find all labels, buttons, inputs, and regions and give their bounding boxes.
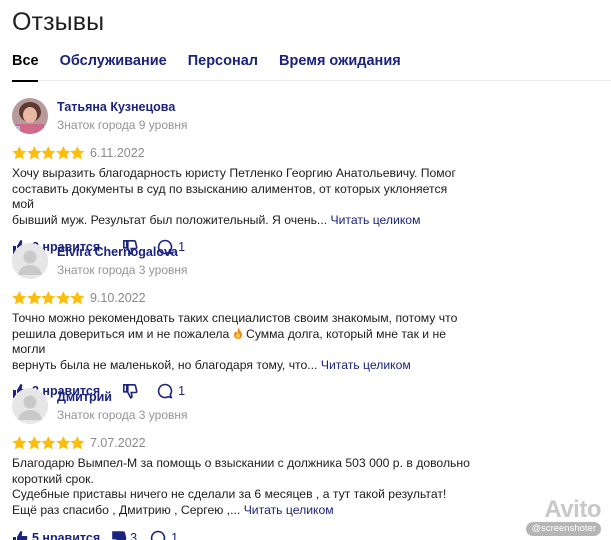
default-user-icon bbox=[12, 243, 48, 279]
star-icon bbox=[70, 146, 85, 160]
author-level: Знаток города 3 уровня bbox=[57, 408, 188, 422]
review-date: 6.11.2022 bbox=[89, 146, 145, 160]
tab-label: Все bbox=[12, 53, 39, 69]
read-more-link[interactable]: Читать целиком bbox=[321, 358, 411, 372]
star-icon bbox=[41, 436, 56, 450]
rating-stars bbox=[12, 291, 85, 305]
review-date: 9.10.2022 bbox=[89, 291, 146, 305]
avito-watermark: Avito @screenshoter bbox=[501, 496, 601, 536]
watermark-brand: Avito bbox=[544, 496, 601, 523]
user-avatar[interactable] bbox=[12, 98, 48, 134]
thumbs-down-icon bbox=[112, 531, 127, 540]
review-text: Хочу выразить благодарность юристу Петле… bbox=[12, 166, 472, 228]
user-avatar[interactable] bbox=[12, 388, 48, 424]
review-text-line: решила довериться им и не пожалела bbox=[12, 326, 230, 341]
tab-service[interactable]: Обслуживание bbox=[60, 53, 167, 81]
review-date: 7.07.2022 bbox=[89, 436, 146, 450]
star-icon bbox=[41, 291, 56, 305]
review-text-line: Хочу выразить благодарность юристу Петле… bbox=[12, 166, 456, 180]
star-icon bbox=[12, 146, 27, 160]
review-text-line: составить документы в суд по взысканию а… bbox=[12, 181, 448, 212]
dislike-button[interactable]: 3 bbox=[111, 530, 137, 540]
fire-emoji-icon bbox=[233, 326, 242, 339]
read-more-link[interactable]: Читать целиком bbox=[244, 503, 334, 517]
author-level: Знаток города 3 уровня bbox=[57, 263, 188, 277]
star-icon bbox=[12, 291, 27, 305]
review-tabs: Все Обслуживание Персонал Время ожидания bbox=[12, 53, 611, 81]
comment-count: 1 bbox=[171, 531, 179, 540]
review-text-line: Судебные приставы ничего не сделали за 6… bbox=[12, 487, 447, 501]
review-card: Татьяна Кузнецова Знаток города 9 уровня… bbox=[12, 98, 603, 257]
star-icon bbox=[26, 146, 41, 160]
comments-button[interactable]: 1 bbox=[150, 530, 178, 540]
like-count: 5 нравится bbox=[32, 531, 101, 540]
star-icon bbox=[56, 146, 71, 160]
star-icon bbox=[56, 291, 71, 305]
thumbs-up-icon bbox=[13, 531, 28, 540]
review-author[interactable]: Elvira Chernogalova bbox=[57, 245, 178, 259]
tab-staff[interactable]: Персонал bbox=[188, 53, 258, 81]
star-icon bbox=[26, 291, 41, 305]
review-text-line: короткий срок. bbox=[12, 471, 94, 486]
tab-waiting-time[interactable]: Время ожидания bbox=[279, 53, 401, 81]
star-icon bbox=[70, 291, 85, 305]
review-text-line: Точно можно рекомендовать таких специали… bbox=[12, 311, 458, 325]
review-card: Elvira Chernogalova Знаток города 3 уров… bbox=[12, 243, 603, 401]
star-icon bbox=[41, 146, 56, 160]
default-user-icon bbox=[12, 388, 48, 424]
author-level: Знаток города 9 уровня bbox=[57, 118, 188, 132]
watermark-caption: @screenshoter bbox=[526, 522, 601, 536]
review-text-line: Благодарю Вымпел-М за помощь о взыскании… bbox=[12, 456, 470, 470]
like-button[interactable]: 5 нравится bbox=[12, 530, 100, 540]
review-text: Благодарю Вымпел-М за помощь о взыскании… bbox=[12, 456, 472, 518]
dislike-count: 3 bbox=[130, 531, 138, 540]
review-text: Точно можно рекомендовать таких специали… bbox=[12, 311, 472, 373]
tab-all[interactable]: Все bbox=[12, 53, 39, 81]
review-author[interactable]: Дмитрий bbox=[57, 390, 112, 404]
photo-avatar-icon bbox=[12, 98, 48, 134]
star-icon bbox=[12, 436, 27, 450]
page-title: Отзывы bbox=[12, 8, 105, 36]
review-text-line: Ещё раз спасибо , Дмитрию , Сергею ,... bbox=[12, 502, 241, 517]
read-more-link[interactable]: Читать целиком bbox=[330, 213, 420, 227]
active-tab-indicator bbox=[12, 80, 38, 82]
rating-stars bbox=[12, 436, 85, 450]
star-icon bbox=[56, 436, 71, 450]
star-icon bbox=[26, 436, 41, 450]
rating-stars bbox=[12, 146, 85, 160]
user-avatar[interactable] bbox=[12, 243, 48, 279]
comment-bubble-icon bbox=[150, 530, 166, 540]
review-author[interactable]: Татьяна Кузнецова bbox=[57, 100, 175, 114]
star-icon bbox=[70, 436, 85, 450]
review-text-line: вернуть была не маленькой, но благодаря … bbox=[12, 357, 318, 372]
review-text-line: бывший муж. Результат был положительный.… bbox=[12, 212, 328, 227]
